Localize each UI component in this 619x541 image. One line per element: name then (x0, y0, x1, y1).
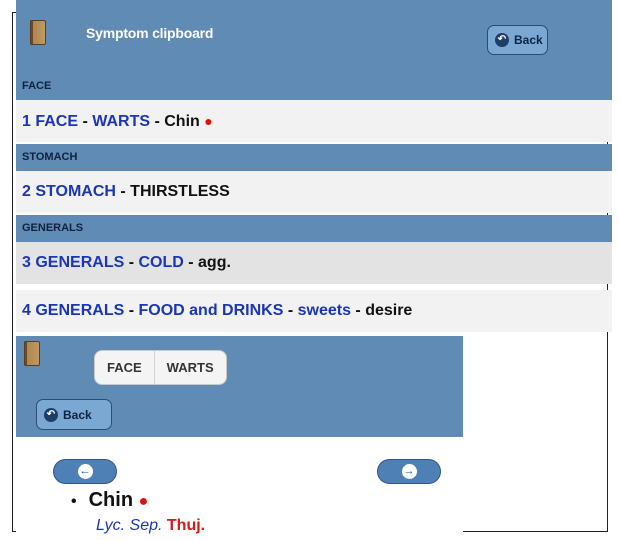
rubric-part: FOOD and DRINKS (138, 302, 284, 319)
left-arrow-icon: ← (77, 464, 93, 479)
breadcrumb-face[interactable]: FACE (95, 351, 154, 384)
back-arrow-icon: ↶ (44, 407, 58, 422)
marker-dot: ● (138, 493, 149, 510)
separator: - (124, 302, 139, 319)
rubric-item[interactable]: • Chin ● (71, 489, 148, 512)
section-heading-generals: GENERALS (16, 215, 612, 242)
rubric-part: COLD (138, 254, 184, 271)
rubric-part: WARTS (92, 113, 151, 130)
symptom-row[interactable]: 1 FACE - WARTS - Chin ● (16, 100, 612, 142)
symptom-detail: Chin (164, 113, 200, 130)
next-button[interactable]: → (377, 459, 441, 484)
separator: - (183, 254, 199, 271)
remedy[interactable]: Lyc. (96, 517, 125, 534)
separator: - (115, 183, 131, 200)
marker-dot: ● (204, 113, 213, 129)
rubric-part: GENERALS (35, 254, 125, 271)
remedy-list: Lyc. Sep. Thuj. (96, 517, 205, 535)
symptom-detail: agg. (198, 254, 231, 271)
symptom-row[interactable]: 2 STOMACH - THIRSTLESS (16, 171, 612, 213)
separator: - (124, 254, 139, 271)
section-heading-stomach: STOMACH (16, 144, 612, 171)
right-arrow-icon: → (401, 464, 417, 479)
rubric-part: FACE (35, 113, 79, 130)
breadcrumb: FACE WARTS (94, 350, 227, 385)
symptom-detail: THIRSTLESS (130, 183, 230, 200)
back-label: Back (514, 33, 543, 47)
separator: - (283, 302, 298, 319)
rubric-detail-panel: FACE WARTS ↶ Back ← → • Chin ● Lyc. Sep. … (16, 336, 463, 535)
breadcrumb-warts[interactable]: WARTS (153, 351, 226, 384)
back-label: Back (63, 407, 92, 422)
symptom-number: 3 (22, 254, 31, 271)
clipboard-header: Symptom clipboard ↶ Back (16, 0, 612, 73)
page-title: Symptom clipboard (86, 25, 214, 41)
rubric-part: GENERALS (35, 302, 125, 319)
bullet: • (71, 493, 77, 510)
book-icon[interactable] (30, 20, 46, 45)
symptom-detail: desire (365, 302, 413, 319)
rubric-part: STOMACH (35, 183, 116, 200)
remedy[interactable]: Sep. (130, 517, 163, 534)
symptom-row[interactable]: 4 GENERALS - FOOD and DRINKS - sweets - … (16, 290, 612, 332)
section-heading-face: FACE (16, 73, 612, 100)
separator: - (150, 113, 165, 130)
previous-button[interactable]: ← (53, 459, 117, 484)
separator: - (78, 113, 93, 130)
symptom-number: 1 (22, 113, 31, 130)
detail-back-button[interactable]: ↶ Back (36, 399, 112, 430)
back-arrow-icon: ↶ (495, 33, 509, 47)
rubric-part: sweets (297, 302, 351, 319)
symptom-number: 2 (22, 183, 31, 200)
detail-header: FACE WARTS ↶ Back (16, 336, 463, 437)
remedy[interactable]: Thuj. (167, 517, 205, 534)
symptom-row[interactable]: 3 GENERALS - COLD - agg. (16, 242, 612, 284)
symptom-number: 4 (22, 302, 31, 319)
detail-body: ← → • Chin ● Lyc. Sep. Thuj. (16, 437, 463, 535)
rubric-item-label: Chin (88, 489, 134, 511)
back-button[interactable]: ↶ Back (487, 25, 548, 55)
book-icon[interactable] (24, 341, 40, 366)
separator: - (350, 302, 366, 319)
